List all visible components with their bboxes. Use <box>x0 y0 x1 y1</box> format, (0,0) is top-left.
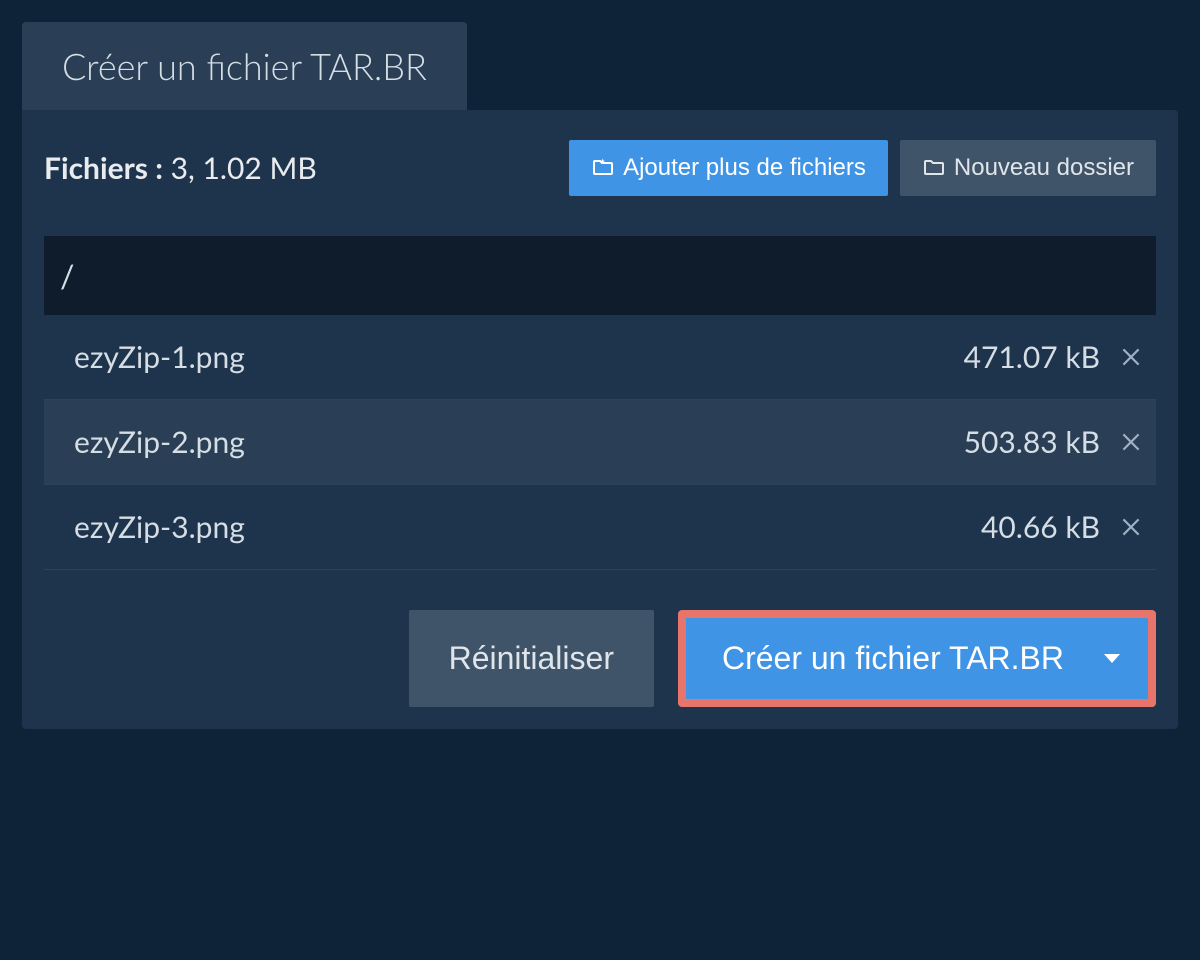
file-size: 471.07 kB <box>964 339 1100 375</box>
file-name: ezyZip-1.png <box>74 339 245 375</box>
file-size: 40.66 kB <box>981 509 1100 545</box>
add-files-label: Ajouter plus de fichiers <box>623 154 866 182</box>
file-row: ezyZip-1.png 471.07 kB <box>44 315 1156 400</box>
main-panel: Fichiers : 3, 1.02 MB Ajouter plus de fi… <box>22 110 1178 729</box>
file-name: ezyZip-2.png <box>74 424 245 460</box>
folder-add-icon <box>591 156 615 180</box>
create-button-highlight: Créer un fichier TAR.BR <box>678 610 1156 707</box>
header-buttons: Ajouter plus de fichiers Nouveau dossier <box>569 140 1156 196</box>
folder-icon <box>922 156 946 180</box>
create-label: Créer un fichier TAR.BR <box>722 640 1064 677</box>
breadcrumb[interactable]: / <box>44 236 1156 315</box>
breadcrumb-path: / <box>60 256 74 295</box>
file-row-right: 40.66 kB <box>981 509 1144 545</box>
close-icon[interactable] <box>1118 514 1144 540</box>
footer-row: Réinitialiser Créer un fichier TAR.BR <box>44 610 1156 707</box>
file-row-right: 503.83 kB <box>964 424 1144 460</box>
create-archive-button[interactable]: Créer un fichier TAR.BR <box>686 618 1148 699</box>
app-container: Créer un fichier TAR.BR Fichiers : 3, 1.… <box>0 0 1200 729</box>
tab-title: Créer un fichier TAR.BR <box>62 44 427 88</box>
file-list: ezyZip-1.png 471.07 kB ezyZip-2.png 503.… <box>44 315 1156 570</box>
file-name: ezyZip-3.png <box>74 509 245 545</box>
new-folder-button[interactable]: Nouveau dossier <box>900 140 1156 196</box>
file-summary-value: 3, 1.02 MB <box>171 150 317 186</box>
header-row: Fichiers : 3, 1.02 MB Ajouter plus de fi… <box>44 140 1156 196</box>
file-summary: Fichiers : 3, 1.02 MB <box>44 150 317 186</box>
tab-create-archive[interactable]: Créer un fichier TAR.BR <box>22 22 467 110</box>
reset-label: Réinitialiser <box>449 640 614 676</box>
file-row-right: 471.07 kB <box>964 339 1144 375</box>
file-row: ezyZip-3.png 40.66 kB <box>44 485 1156 570</box>
file-summary-label: Fichiers : <box>44 150 163 186</box>
close-icon[interactable] <box>1118 344 1144 370</box>
reset-button[interactable]: Réinitialiser <box>409 610 654 707</box>
file-size: 503.83 kB <box>964 424 1100 460</box>
add-files-button[interactable]: Ajouter plus de fichiers <box>569 140 888 196</box>
close-icon[interactable] <box>1118 429 1144 455</box>
file-row: ezyZip-2.png 503.83 kB <box>44 400 1156 485</box>
chevron-down-icon <box>1104 654 1120 663</box>
new-folder-label: Nouveau dossier <box>954 154 1134 182</box>
